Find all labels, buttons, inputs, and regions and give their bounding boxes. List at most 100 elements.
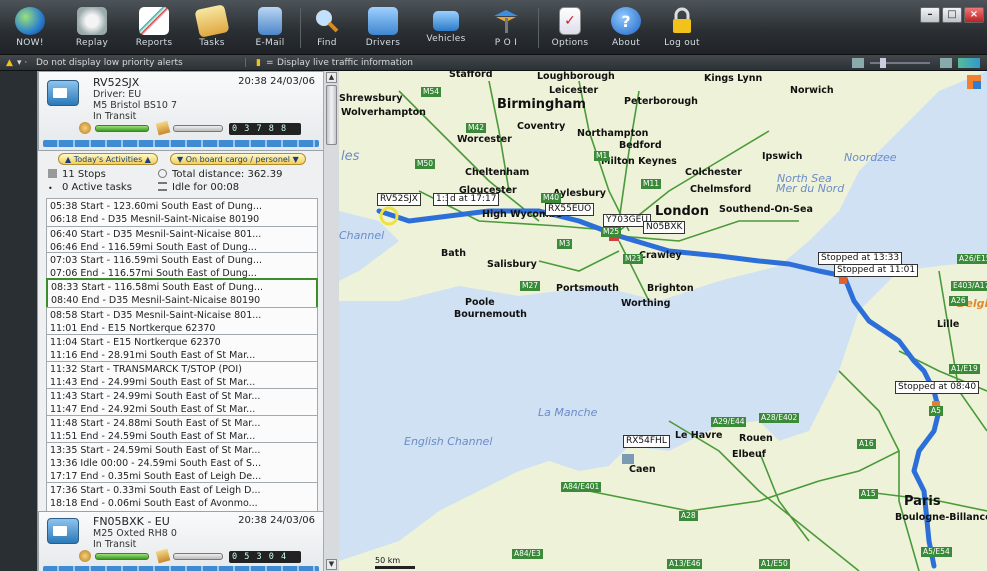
place-label: Leicester [549,85,599,96]
zoom-in-icon[interactable] [940,58,952,68]
road-shield: M25 [601,227,622,237]
sea-label: Channel [339,229,385,242]
driver-avatar-icon [79,550,91,562]
signpost-icon [491,7,521,35]
stop-tag[interactable]: d at 17:17 [447,193,500,206]
vehicle-panel: RV52SJX 20:38 24/03/06 Driver: EU M5 Bri… [37,71,323,571]
separator: | [244,58,248,68]
place-label: Bedford [619,140,662,151]
vehicle-card-rv52sjx[interactable]: RV52SJX 20:38 24/03/06 Driver: EU M5 Bri… [38,71,323,151]
idle-time: Idle for 00:08 [158,182,239,193]
place-label: Loughborough [537,71,615,82]
activity-end: 18:18 End - 0.06mi South East of Avonmo.… [50,498,258,509]
road-shield: M1 [594,151,610,161]
toolbar-separator [300,8,301,48]
cargo-status-bar [173,125,223,132]
scroll-up-icon[interactable]: ▲ [326,72,337,83]
todays-activities-toggle[interactable]: ▲ Today's Activities ▲ [58,153,158,165]
zoom-slider[interactable] [870,62,930,64]
place-label: Cheltenham [465,167,530,178]
stops-text: 11 Stops [62,169,106,180]
cargo-status-bar [173,553,223,560]
place-label: Ipswich [762,151,803,162]
scale-bar [375,566,415,569]
toolbar-logout-button[interactable]: Log out [658,0,706,55]
vehicle-location: M25 Oxted RH8 0 [93,528,177,539]
toolbar-vehicles-button[interactable]: Vehicles [418,0,474,55]
activity-start: 05:38 Start - 123.60mi South East of Dun… [50,201,262,212]
live-traffic-toggle[interactable]: Display live traffic information [277,55,413,71]
globe-icon [15,7,45,35]
toolbar-label: Options [551,38,589,48]
activity-item[interactable]: 11:43 Start - 24.99mi South East of St M… [46,388,318,418]
activity-item[interactable]: 05:38 Start - 123.60mi South East of Dun… [46,198,318,228]
activity-start: 11:04 Start - E15 Nortkerque 62370 [50,337,221,348]
close-button[interactable]: × [964,7,984,23]
minimize-button[interactable]: – [920,7,940,23]
activity-item[interactable]: 11:48 Start - 24.88mi South East of St M… [46,415,318,445]
vehicle-tag[interactable]: N05BXK [643,221,686,234]
stop-tag[interactable]: Stopped at 11:01 [834,264,919,277]
toolbar-poi-button[interactable]: P O I [482,0,530,55]
toolbar-separator [538,8,539,48]
truck-icon [433,11,459,31]
activity-item[interactable]: 17:36 Start - 0.33mi South East of Leigh… [46,482,318,512]
drivers-icon [368,7,398,35]
zoom-out-icon[interactable] [852,58,864,68]
onboard-cargo-toggle[interactable]: ▼ On board cargo / personel ▼ [170,153,306,165]
activity-item[interactable]: 11:04 Start - E15 Nortkerque 62370 11:16 … [46,334,318,364]
engine-status-bar [95,553,149,560]
panel-scrollbar[interactable]: ▲ ▼ [323,71,339,571]
toolbar-label: NOW! [16,38,44,48]
toolbar-label: Drivers [365,38,401,48]
toolbar-options-button[interactable]: ✓ Options [544,0,596,55]
vehicle-tag[interactable]: RV52SJX [377,193,421,206]
map-canvas [339,71,987,571]
activity-start: 17:36 Start - 0.33mi South East of Leigh… [50,485,261,496]
zoom-slider-handle[interactable] [880,58,886,68]
toolbar-about-button[interactable]: ? About [602,0,650,55]
activity-item-selected[interactable]: 08:33 Start - 116.58mi South East of Dun… [46,278,318,310]
toolbar-replay-button[interactable]: Replay [66,0,118,55]
vehicle-status: In Transit [93,539,137,550]
scroll-down-icon[interactable]: ▼ [326,559,337,570]
odometer: 0 3 7 8 8 7 [229,123,301,146]
help-icon: ? [611,7,641,35]
road-shield: A28 [679,511,698,521]
activity-start: 11:43 Start - 24.99mi South East of St M… [50,391,261,402]
activity-start: 08:58 Start - D35 Mesnil-Saint-Nicaise 8… [50,310,262,321]
place-label: London [655,204,709,219]
toolbar-now-button[interactable]: NOW! [6,0,54,55]
place-label: Northampton [577,128,649,139]
activity-idle: 13:36 Idle 00:00 - 24.59mi South East of… [50,458,262,469]
low-priority-alerts-toggle[interactable]: Do not display low priority alerts [36,55,183,71]
place-label: Norwich [790,85,834,96]
road-shield: E403/A17 [951,281,987,291]
toolbar-label: P O I [494,38,518,48]
activity-item[interactable]: 11:32 Start - TRANSMARCK T/STOP (POI) 11:… [46,361,318,391]
map-mode-icon[interactable] [958,58,980,68]
road-shield: A84/E3 [512,549,543,559]
activity-item[interactable]: 08:58 Start - D35 Mesnil-Saint-Nicaise 8… [46,307,318,337]
vehicle-tag[interactable]: RX55EUO [545,203,595,216]
toolbar-drivers-button[interactable]: Drivers [356,0,410,55]
stop-tag[interactable]: Stopped at 08:40 [895,381,980,394]
flag-icon [48,169,57,178]
vehicle-card-fn05bxk[interactable]: FN05BXK - EU 20:38 24/03/06 M25 Oxted RH… [38,511,323,571]
activity-item[interactable]: 13:35 Start - 24.59mi South East of St M… [46,442,318,485]
maximize-button[interactable]: □ [942,7,962,23]
filter-dropdown-icon[interactable]: ▾ · [17,55,27,71]
toolbar-find-button[interactable]: Find [306,0,348,55]
place-label: Coventry [517,121,566,132]
toolbar-tasks-button[interactable]: Tasks [188,0,236,55]
traffic-icon: ▮ [256,58,261,68]
vehicle-tag[interactable]: RX54FHL [623,435,670,448]
toolbar-email-button[interactable]: E-Mail [244,0,296,55]
place-label: Le Havre [675,430,723,441]
scroll-thumb[interactable] [326,85,337,145]
toolbar-reports-button[interactable]: Reports [126,0,182,55]
sea-label: La Manche [538,406,598,419]
film-reel-icon [77,7,107,35]
map-view[interactable]: Stafford Loughborough Kings Lynn Leicest… [339,71,987,571]
hourglass-icon [158,182,167,191]
